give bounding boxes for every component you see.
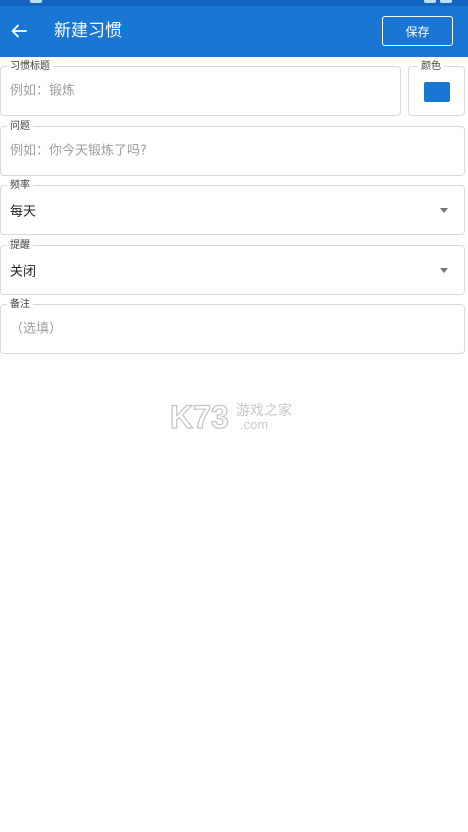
question-field[interactable]: 问题 (0, 120, 465, 176)
reminder-select[interactable]: 提醒 关闭 (0, 239, 465, 295)
color-label: 颜色 (418, 60, 444, 73)
reminder-label: 提醒 (7, 239, 33, 252)
reminder-value: 关闭 (10, 264, 37, 280)
back-button[interactable] (4, 14, 34, 48)
question-input[interactable] (10, 143, 433, 159)
watermark-sub: .com (240, 417, 268, 432)
battery-icon (440, 0, 452, 3)
habit-title-label: 习惯标题 (7, 60, 53, 73)
app-bar: 新建习惯 保存 (0, 0, 468, 57)
dropdown-arrow-icon (440, 268, 448, 273)
dropdown-arrow-icon (440, 208, 448, 213)
status-icon (424, 0, 436, 3)
status-bar (0, 0, 468, 6)
notes-input[interactable] (10, 321, 433, 337)
frequency-select[interactable]: 频率 每天 (0, 179, 465, 235)
arrow-left-icon (11, 24, 27, 38)
habit-title-field[interactable]: 习惯标题 (0, 60, 401, 116)
question-label: 问题 (7, 120, 33, 133)
notes-label: 备注 (7, 298, 33, 311)
page-title: 新建习惯 (54, 21, 122, 41)
k73-watermark-logo: K73 游戏之家 .com (170, 398, 292, 434)
color-field[interactable]: 颜色 (408, 60, 465, 116)
save-button[interactable]: 保存 (382, 16, 453, 46)
watermark-main: K73 (170, 399, 229, 434)
habit-title-input[interactable] (10, 83, 369, 99)
frequency-label: 频率 (7, 179, 33, 192)
frequency-value: 每天 (10, 204, 37, 220)
color-swatch[interactable] (424, 82, 450, 102)
notes-field[interactable]: 备注 (0, 298, 465, 354)
status-icon (30, 0, 42, 3)
